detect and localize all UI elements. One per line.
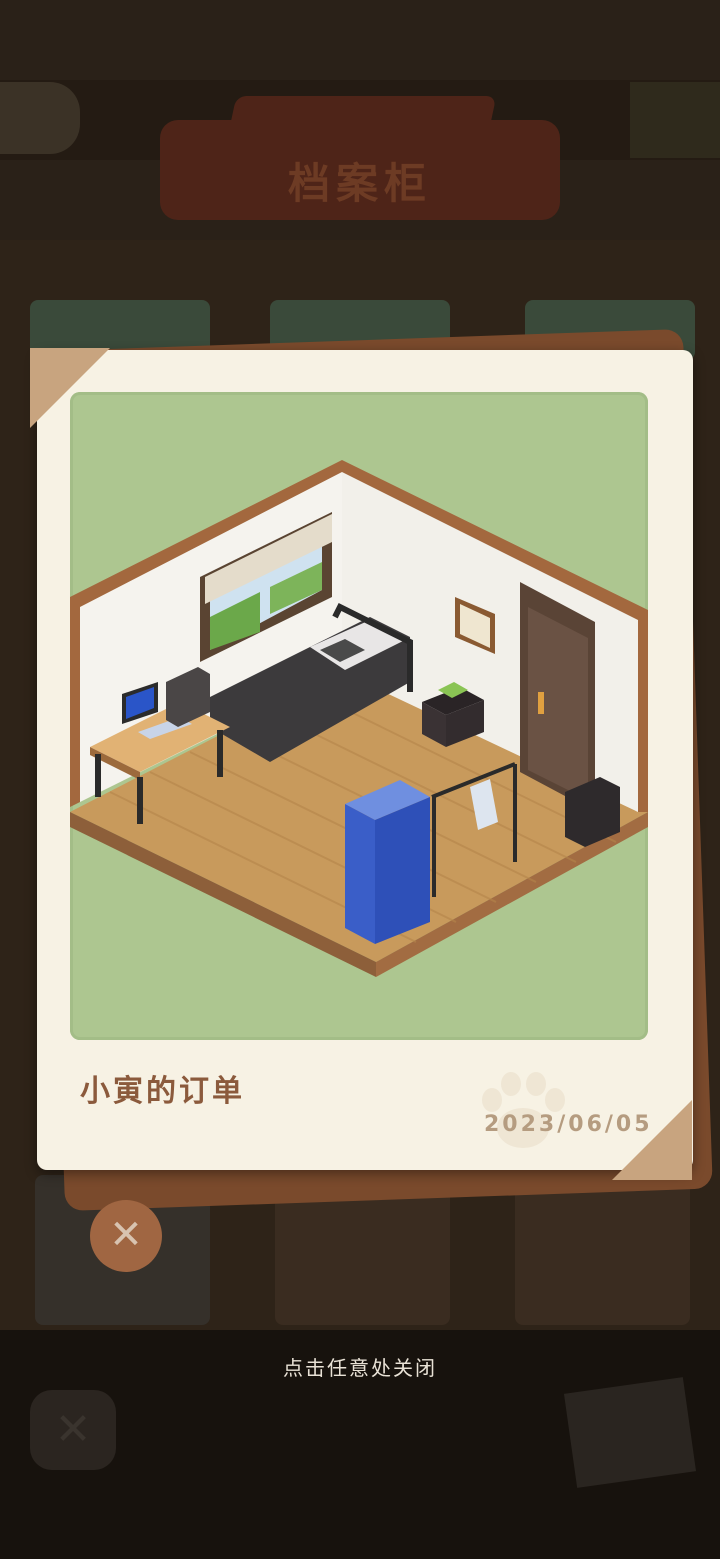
decoration-plant xyxy=(630,82,720,158)
close-button[interactable]: ✕ xyxy=(90,1200,162,1272)
close-icon: ✕ xyxy=(109,1212,143,1258)
archive-folder xyxy=(515,1175,690,1325)
photo-caption: 小寅的订单 xyxy=(80,1074,245,1109)
bottom-close-button: ✕ xyxy=(30,1390,116,1470)
back-button xyxy=(0,82,80,154)
close-hint[interactable]: 点击任意处关闭 xyxy=(0,1352,720,1381)
room-photo xyxy=(70,392,648,1040)
room-illustration xyxy=(70,460,648,977)
note-paper xyxy=(563,1377,697,1488)
photo-corner-bottom-right xyxy=(612,1100,692,1180)
page-title: 档案柜 xyxy=(287,159,432,208)
close-icon: ✕ xyxy=(54,1404,92,1455)
